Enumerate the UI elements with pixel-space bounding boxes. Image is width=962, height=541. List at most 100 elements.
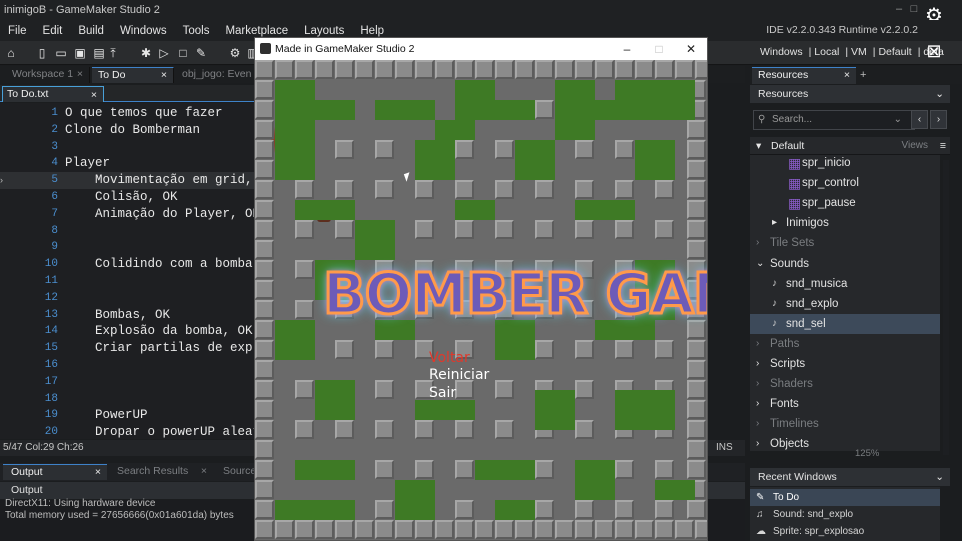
code-line[interactable]: 11: [0, 273, 257, 290]
minimize-icon[interactable]: –: [616, 38, 638, 60]
close-icon[interactable]: ×: [844, 68, 850, 83]
code-line[interactable]: 13 Bombas, OK: [0, 307, 257, 324]
target-runtime[interactable]: VM: [851, 46, 867, 58]
menu-option-voltar[interactable]: Voltar: [429, 350, 470, 366]
tree-item-fonts[interactable]: › Fonts: [750, 394, 940, 414]
debug-icon[interactable]: ✱: [138, 45, 154, 61]
recent-windows-header[interactable]: Recent Windows ⌄: [750, 468, 950, 486]
game-canvas[interactable]: BOMBER GAME Voltar Reiniciar Sair: [255, 60, 707, 540]
code-line[interactable]: 16: [0, 357, 257, 374]
menu-layouts[interactable]: Layouts: [296, 25, 352, 37]
code-line[interactable]: 4 Player: [0, 155, 257, 172]
menu-icon[interactable]: ≡: [940, 137, 946, 155]
code-line[interactable]: 3: [0, 139, 257, 156]
chevron-down-icon[interactable]: ⌄: [935, 85, 944, 103]
close-icon[interactable]: ×: [201, 464, 207, 479]
save-icon[interactable]: ▣: [72, 45, 88, 61]
code-line[interactable]: 1 O que temos que fazer: [0, 105, 257, 122]
tree-item-snd-explo[interactable]: ♪ snd_explo: [750, 294, 940, 314]
tree-item-sounds[interactable]: ⌄ Sounds: [750, 254, 940, 274]
clean-icon[interactable]: ✎: [193, 45, 209, 61]
tab-search-results[interactable]: Search Results ×: [109, 464, 213, 480]
tab-obj-jogo[interactable]: obj_jogo: Even: [176, 67, 256, 83]
game-window[interactable]: Made in GameMaker Studio 2 – □ ✕ BOMBER …: [254, 37, 708, 541]
chevron-down-icon[interactable]: ⌄: [935, 468, 944, 486]
close-icon[interactable]: ×: [77, 67, 83, 82]
add-tab-icon[interactable]: +: [860, 69, 866, 81]
code-line[interactable]: 9: [0, 239, 257, 256]
minimize-icon[interactable]: –: [892, 2, 906, 16]
close-icon[interactable]: ×: [161, 68, 167, 83]
tree-item-objects[interactable]: › Objects: [750, 434, 940, 451]
tab-output[interactable]: Output ×: [3, 464, 107, 480]
menu-build[interactable]: Build: [70, 25, 112, 37]
menu-option-sair[interactable]: Sair: [429, 385, 456, 401]
tree-item-paths[interactable]: › Paths: [750, 334, 940, 354]
tree-item-spr-pause[interactable]: ▦ spr_pause: [750, 193, 940, 213]
run-icon[interactable]: ▷: [156, 45, 172, 61]
maximize-icon[interactable]: □: [648, 38, 670, 60]
recent-item-sprite[interactable]: ☁ Sprite: spr_explosao: [750, 523, 940, 540]
stone-block: [255, 480, 274, 499]
stop-icon[interactable]: □: [175, 45, 191, 61]
tab-todo[interactable]: To Do ×: [92, 67, 174, 83]
tree-scrollbar[interactable]: [943, 160, 949, 455]
new-file-icon[interactable]: ▯: [34, 45, 50, 61]
next-result-button[interactable]: ›: [930, 110, 947, 129]
code-line[interactable]: 12: [0, 290, 257, 307]
settings-icon[interactable]: ⚙: [227, 45, 243, 61]
code-line[interactable]: 15 Criar partilas de explo: [0, 340, 257, 357]
menu-edit[interactable]: Edit: [35, 25, 71, 37]
code-editor[interactable]: 1 O que temos que fazer 2 Clone do Bomberma…: [0, 103, 257, 439]
home-icon[interactable]: ⌂: [3, 45, 19, 61]
tree-item-inimigos[interactable]: ▸ Inimigos: [750, 213, 940, 233]
tab-resources[interactable]: Resources ×: [752, 67, 856, 84]
code-line[interactable]: 14 Explosão da bomba, OK: [0, 323, 257, 340]
resource-search-input[interactable]: ⚲ Search... ⌄: [753, 110, 915, 130]
maximize-icon[interactable]: □: [907, 2, 921, 16]
tree-item-snd-sel[interactable]: ♪ snd_sel: [750, 313, 940, 334]
recent-item-todo[interactable]: ✎ To Do: [750, 489, 940, 506]
menu-marketplace[interactable]: Marketplace: [217, 25, 296, 37]
close-icon[interactable]: ×: [91, 88, 97, 102]
target-config[interactable]: Default: [878, 46, 911, 58]
code-line[interactable]: 19 PowerUP: [0, 407, 257, 424]
menu-option-reiniciar[interactable]: Reiniciar: [429, 367, 489, 383]
tab-todo-txt[interactable]: To Do.txt ×: [2, 86, 104, 102]
tree-item-spr-inicio[interactable]: ▦ spr_inicio: [750, 155, 940, 173]
chevron-down-icon[interactable]: ⌄: [894, 111, 902, 129]
menu-file[interactable]: File: [0, 25, 35, 37]
resource-filter[interactable]: ▾ Default Views ≡: [750, 137, 950, 155]
tree-item-timelines[interactable]: › Timelines: [750, 414, 940, 434]
menu-tools[interactable]: Tools: [175, 25, 218, 37]
code-line[interactable]: 7 Animação do Player, OK: [0, 206, 257, 223]
menu-windows[interactable]: Windows: [112, 25, 175, 37]
tree-item-tile-sets[interactable]: › Tile Sets: [750, 233, 940, 253]
tab-source[interactable]: Source: [215, 464, 256, 480]
code-line[interactable]: 17: [0, 374, 257, 391]
tree-item-spr-control[interactable]: ▦ spr_control: [750, 173, 940, 193]
tree-item-scripts[interactable]: › Scripts: [750, 354, 940, 374]
code-line[interactable]: 2 Clone do Bomberman: [0, 122, 257, 139]
recent-item-sound[interactable]: ♫ Sound: snd_explo: [750, 506, 940, 523]
open-icon[interactable]: ▭: [53, 45, 69, 61]
code-line[interactable]: 18: [0, 391, 257, 408]
menu-help[interactable]: Help: [352, 25, 392, 37]
target-platform[interactable]: Windows: [760, 46, 803, 58]
close-icon[interactable]: ×: [95, 465, 101, 480]
feedback-icon[interactable]: ⊠: [922, 39, 946, 63]
tree-item-snd-musica[interactable]: ♪ snd_musica: [750, 274, 940, 294]
code-line[interactable]: 10 Colidindo com a bomba,: [0, 256, 257, 273]
code-line[interactable]: 5 Movimentação em grid, O: [0, 172, 257, 189]
resources-header[interactable]: Resources ⌄: [750, 85, 950, 103]
close-icon[interactable]: ✕: [680, 38, 702, 60]
target-location[interactable]: Local: [814, 46, 839, 58]
tree-item-shaders[interactable]: › Shaders: [750, 374, 940, 394]
package-icon[interactable]: ⤒: [105, 45, 121, 61]
code-line[interactable]: 6 Colisão, OK: [0, 189, 257, 206]
code-line[interactable]: 20 Dropar o powerUP aleato: [0, 424, 257, 439]
views-label[interactable]: Views: [902, 137, 929, 155]
tab-workspace-1[interactable]: Workspace 1 ×: [6, 67, 90, 83]
prev-result-button[interactable]: ‹: [911, 110, 928, 129]
code-line[interactable]: 8: [0, 223, 257, 240]
